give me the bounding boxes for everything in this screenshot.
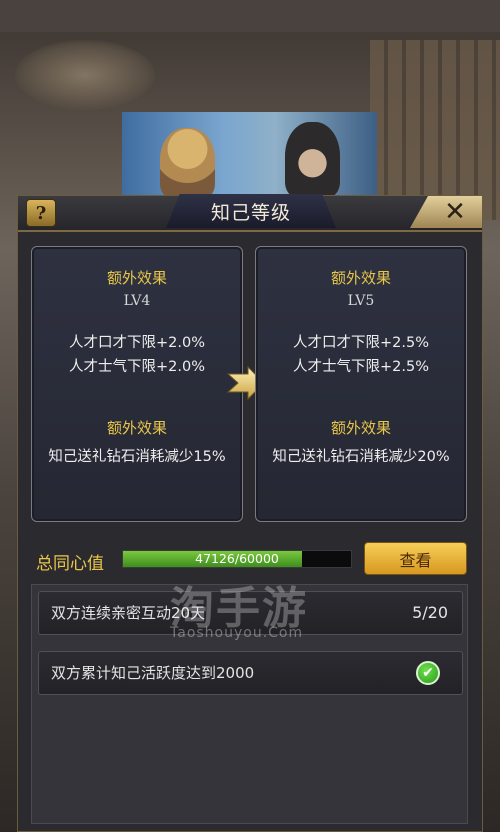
affinity-label: 总同心值 — [36, 554, 104, 574]
task-progress: 5/20 — [412, 603, 448, 622]
close-button[interactable]: ✕ — [410, 196, 482, 228]
watermark-url: Taoshouyou.Com — [170, 625, 304, 641]
check-icon: ✔ — [416, 661, 440, 685]
effect-line: 人才口才下限+2.0% — [69, 335, 205, 351]
question-icon: ? — [35, 202, 47, 224]
view-button[interactable]: 查看 — [364, 542, 467, 575]
next-level-card: 额外效果 LV5 人才口才下限+2.5% 人才士气下限+2.5% 额外效果 知己… — [255, 246, 467, 522]
top-bar — [0, 0, 500, 32]
task-text: 双方累计知己活跃度达到2000 — [51, 664, 255, 682]
task-row: 双方累计知己活跃度达到2000 ✔ — [38, 651, 463, 695]
affinity-progress-bar: 47126/60000 — [122, 550, 352, 568]
progress-text: 47126/60000 — [195, 551, 279, 566]
effect-line: 人才士气下限+2.5% — [293, 359, 429, 375]
extra-effect-label: 额外效果 — [106, 269, 167, 287]
extra-effect-label: 额外效果 — [330, 269, 391, 287]
panel-title: 知己等级 — [166, 194, 336, 228]
help-button[interactable]: ? — [26, 199, 56, 227]
bond-level-panel: ? 知己等级 ✕ 额外效果 LV4 人才口才下限+2.0% 人才士气下限+2.0… — [17, 194, 483, 832]
bonus-effect: 知己送礼钻石消耗减少15% — [48, 449, 226, 465]
chandelier-decoration — [15, 40, 155, 110]
close-icon: ✕ — [444, 197, 466, 227]
current-level-card: 额外效果 LV4 人才口才下限+2.0% 人才士气下限+2.0% 额外效果 知己… — [31, 246, 243, 522]
panel-header: ? 知己等级 ✕ — [18, 194, 482, 232]
character-portrait-dark — [285, 122, 340, 197]
bookshelf-decoration — [370, 40, 500, 220]
extra-effect-label: 额外效果 — [106, 419, 167, 437]
effect-line: 人才口才下限+2.5% — [293, 335, 429, 351]
bonus-effect: 知己送礼钻石消耗减少20% — [272, 449, 450, 465]
level-label: LV5 — [347, 293, 375, 309]
character-portrait-blond — [160, 128, 215, 198]
effect-line: 人才士气下限+2.0% — [69, 359, 205, 375]
extra-effect-label: 额外效果 — [330, 419, 391, 437]
level-label: LV4 — [123, 293, 151, 309]
